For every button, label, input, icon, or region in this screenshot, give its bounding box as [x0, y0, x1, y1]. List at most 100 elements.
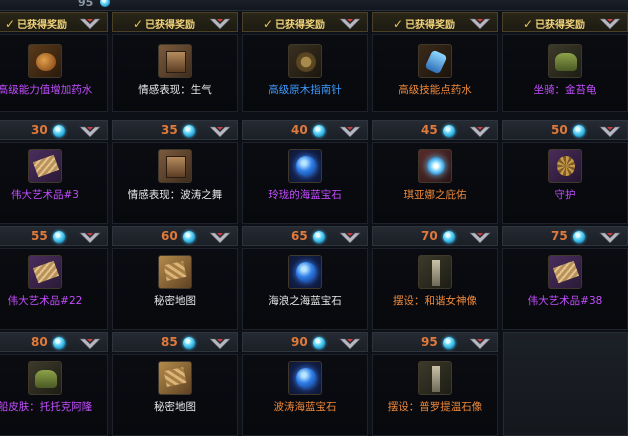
- art-icon: [28, 149, 62, 183]
- required-points: 35: [161, 123, 178, 137]
- required-points: 90: [291, 335, 308, 349]
- art-icon: [548, 255, 582, 289]
- reward-cell[interactable]: 70 摆设：和谐女神像: [372, 226, 498, 330]
- reward-cell[interactable]: 60 秘密地图: [112, 226, 238, 330]
- reward-name: 摆设：普罗提温石像: [387, 401, 483, 413]
- art-icon: [28, 255, 62, 289]
- reward-name: 琪亚娜之庇佑: [403, 189, 467, 201]
- required-points: 85: [161, 335, 178, 349]
- pearl-currency-icon: [53, 337, 65, 349]
- reward-header: 45: [372, 120, 498, 140]
- reward-name: 高级技能点药水: [398, 84, 472, 96]
- required-points: 95: [421, 335, 438, 349]
- top-bar: 95: [0, 0, 628, 11]
- claimed-status: ✓ 已获得奖励: [523, 16, 585, 31]
- reward-header: 40: [242, 120, 368, 140]
- claimed-status: ✓ 已获得奖励: [263, 16, 325, 31]
- gem-icon: [288, 361, 322, 395]
- emblem-icon: [209, 16, 231, 30]
- required-points: 70: [421, 229, 438, 243]
- pot-icon: [28, 44, 62, 78]
- reward-header: ✓ 已获得奖励: [372, 12, 498, 32]
- reward-cell[interactable]: 90 波涛海蓝宝石: [242, 332, 368, 436]
- empty-reward-slot: [503, 332, 628, 436]
- reward-header: ✓ 已获得奖励: [112, 12, 238, 32]
- claimed-status: ✓ 已获得奖励: [393, 16, 455, 31]
- emblem-icon: [469, 230, 491, 244]
- map-icon: [158, 361, 192, 395]
- reward-header: 55: [0, 226, 108, 246]
- shield-icon: [548, 149, 582, 183]
- emblem-icon: [339, 230, 361, 244]
- required-points: 75: [551, 229, 568, 243]
- book-icon: [158, 44, 192, 78]
- emblem-icon: [469, 336, 491, 350]
- pearl-currency-icon: [100, 0, 110, 7]
- reward-cell[interactable]: ✓ 已获得奖励 情感表现：生气: [112, 12, 238, 112]
- reward-name: 伟大艺术品#22: [7, 295, 83, 307]
- pearl-currency-icon: [443, 231, 455, 243]
- top-points: 95: [78, 0, 94, 9]
- orb-icon: [418, 149, 452, 183]
- required-points: 30: [31, 123, 48, 137]
- claimed-label: 已获得奖励: [405, 20, 456, 31]
- claimed-label: 已获得奖励: [145, 20, 196, 31]
- checkmark-icon: ✓: [523, 17, 534, 31]
- pearl-currency-icon: [53, 231, 65, 243]
- pearl-currency-icon: [183, 125, 195, 137]
- reward-header: ✓ 已获得奖励: [502, 12, 628, 32]
- checkmark-icon: ✓: [133, 17, 144, 31]
- emblem-icon: [79, 336, 101, 350]
- reward-cell[interactable]: ✓ 已获得奖励高级技能点药水: [372, 12, 498, 112]
- emblem-icon: [209, 124, 231, 138]
- claimed-label: 已获得奖励: [535, 20, 586, 31]
- reward-name: 秘密地图: [154, 295, 196, 307]
- pearl-currency-icon: [313, 231, 325, 243]
- reward-cell[interactable]: 85 秘密地图: [112, 332, 238, 436]
- reward-header: 95: [372, 332, 498, 352]
- required-points: 40: [291, 123, 308, 137]
- pearl-currency-icon: [573, 231, 585, 243]
- pearl-currency-icon: [53, 125, 65, 137]
- reward-header: 65: [242, 226, 368, 246]
- reward-cell[interactable]: 30 伟大艺术品#3: [0, 120, 108, 224]
- reward-header: 35: [112, 120, 238, 140]
- reward-cell[interactable]: 50 守护: [502, 120, 628, 224]
- checkmark-icon: ✓: [263, 17, 274, 31]
- pearl-currency-icon: [183, 231, 195, 243]
- ship-icon: [28, 361, 62, 395]
- reward-header: ✓ 已获得奖励: [0, 12, 108, 32]
- required-points: 80: [31, 335, 48, 349]
- reward-cell[interactable]: ✓ 已获得奖励高级能力值增加药水: [0, 12, 108, 112]
- gem-icon: [288, 255, 322, 289]
- reward-name: 情感表现：波涛之舞: [127, 189, 223, 201]
- emblem-icon: [79, 230, 101, 244]
- emblem-icon: [599, 16, 621, 30]
- reward-cell[interactable]: 40 玲珑的海蓝宝石: [242, 120, 368, 224]
- emblem-icon: [209, 230, 231, 244]
- emblem-icon: [79, 16, 101, 30]
- reward-cell[interactable]: 35 情感表现：波涛之舞: [112, 120, 238, 224]
- reward-header: 75: [502, 226, 628, 246]
- emblem-icon: [469, 124, 491, 138]
- reward-name: 坐骑：金苔龟: [533, 84, 597, 96]
- reward-name: 秘密地图: [154, 401, 196, 413]
- reward-name: 高级能力值增加药水: [0, 84, 93, 96]
- reward-cell[interactable]: 80 船皮肤：托托克阿隆: [0, 332, 108, 436]
- pearl-currency-icon: [313, 125, 325, 137]
- reward-header: ✓ 已获得奖励: [242, 12, 368, 32]
- compass-icon: [288, 44, 322, 78]
- reward-cell[interactable]: ✓ 已获得奖励 高级原木指南针: [242, 12, 368, 112]
- required-points: 60: [161, 229, 178, 243]
- pearl-currency-icon: [443, 337, 455, 349]
- emblem-icon: [599, 124, 621, 138]
- reward-cell[interactable]: 95 摆设：普罗提温石像: [372, 332, 498, 436]
- reward-cell[interactable]: 45 琪亚娜之庇佑: [372, 120, 498, 224]
- claimed-status: ✓ 已获得奖励: [133, 16, 195, 31]
- reward-cell[interactable]: 75 伟大艺术品#38: [502, 226, 628, 330]
- emblem-icon: [339, 16, 361, 30]
- reward-cell[interactable]: 55 伟大艺术品#22: [0, 226, 108, 330]
- reward-cell[interactable]: 65 海浪之海蓝宝石: [242, 226, 368, 330]
- emblem-icon: [79, 124, 101, 138]
- reward-cell[interactable]: ✓ 已获得奖励坐骑：金苔龟: [502, 12, 628, 112]
